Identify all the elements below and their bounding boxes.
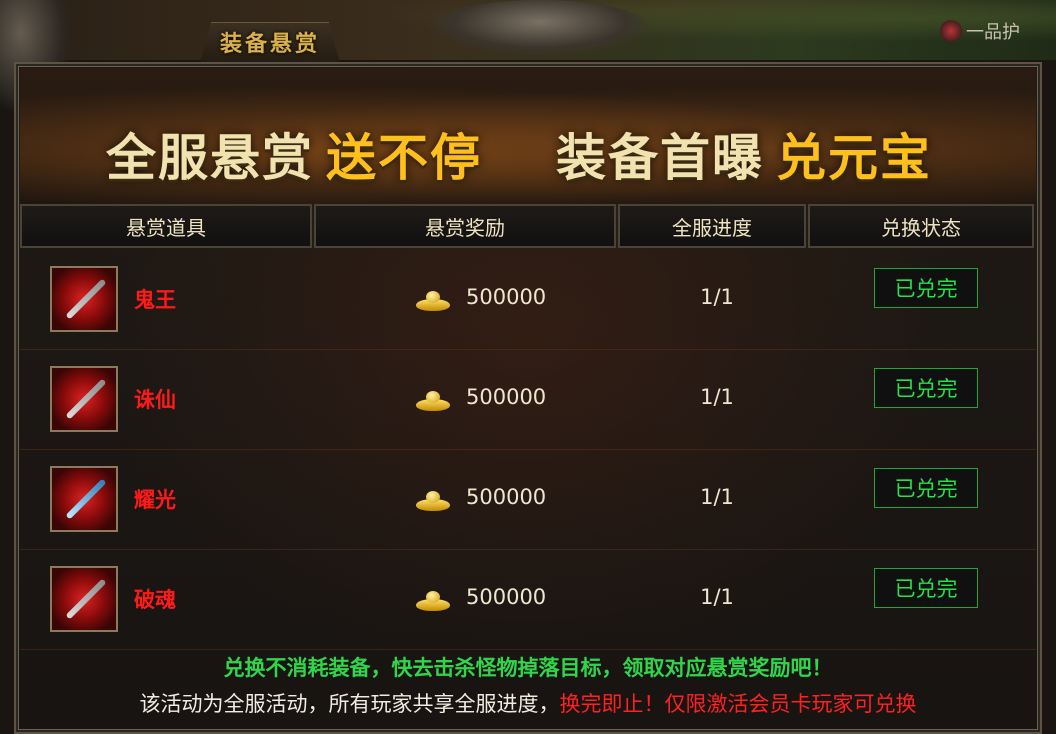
header-status: 兑换状态	[808, 204, 1034, 248]
progress-value: 1/1	[700, 285, 734, 309]
footer-notice-a: 该活动为全服活动，所有玩家共享全服进度，	[139, 692, 560, 716]
dragon-ornament-top	[430, 0, 650, 55]
status-button[interactable]: 已兑完	[874, 268, 978, 308]
reward-value: 500000	[466, 585, 547, 609]
table-row: 破魂 500000 1/1 已兑完	[20, 550, 1036, 650]
item-name: 破魂	[134, 588, 176, 612]
table-row: 诛仙 500000 1/1 已兑完	[20, 350, 1036, 450]
reward-value: 500000	[466, 485, 547, 509]
status-button[interactable]: 已兑完	[874, 568, 978, 608]
status-button[interactable]: 已兑完	[874, 368, 978, 408]
gold-ingot-icon	[416, 591, 450, 611]
progress-value: 1/1	[700, 385, 734, 409]
bounty-panel: 全服悬赏 送不停 装备首曝 兑元宝 悬赏道具 悬赏奖励 全服进度 兑换状态 鬼王…	[14, 62, 1042, 734]
gold-ingot-icon	[416, 291, 450, 311]
table-header: 悬赏道具 悬赏奖励 全服进度 兑换状态	[20, 204, 1036, 248]
sword-icon[interactable]	[50, 366, 118, 432]
window-title: 装备悬赏	[219, 31, 320, 57]
progress-value: 1/1	[700, 485, 734, 509]
footer-hint: 兑换不消耗装备，快去击杀怪物掉落目标，领取对应悬赏奖励吧！	[223, 656, 833, 680]
header-progress: 全服进度	[618, 204, 806, 248]
banner: 全服悬赏 送不停 装备首曝 兑元宝	[20, 68, 1036, 204]
item-name: 诛仙	[134, 388, 176, 412]
banner-text-4: 兑元宝	[776, 129, 932, 187]
table-row: 耀光 500000 1/1 已兑完	[20, 450, 1036, 550]
header-reward: 悬赏奖励	[314, 204, 616, 248]
footer-notice: 该活动为全服活动，所有玩家共享全服进度，换完即止！仅限激活会员卡玩家可兑换	[16, 688, 1040, 718]
table-row: 鬼王 500000 1/1 已兑完	[20, 250, 1036, 350]
reward-value: 500000	[466, 285, 547, 309]
top-right-hud: 一品护	[940, 18, 1020, 44]
reward-value: 500000	[466, 385, 547, 409]
blue-sword-icon[interactable]	[50, 466, 118, 532]
banner-text-2: 送不停	[326, 129, 482, 187]
item-name: 耀光	[134, 488, 176, 512]
hud-text: 一品护	[966, 22, 1020, 43]
item-name: 鬼王	[134, 288, 176, 312]
red-blade-icon[interactable]	[50, 266, 118, 332]
banner-text-3: 装备首曝	[556, 129, 764, 187]
gold-ingot-icon	[416, 491, 450, 511]
footer-notice-b: 换完即止！	[559, 692, 665, 716]
spear-icon[interactable]	[50, 566, 118, 632]
emblem-icon	[940, 20, 962, 42]
status-button[interactable]: 已兑完	[874, 468, 978, 508]
banner-text-1: 全服悬赏	[106, 129, 314, 187]
gold-ingot-icon	[416, 391, 450, 411]
footer-notice-c: 仅限激活会员卡玩家可兑换	[664, 692, 917, 716]
progress-value: 1/1	[700, 585, 734, 609]
header-item: 悬赏道具	[20, 204, 312, 248]
